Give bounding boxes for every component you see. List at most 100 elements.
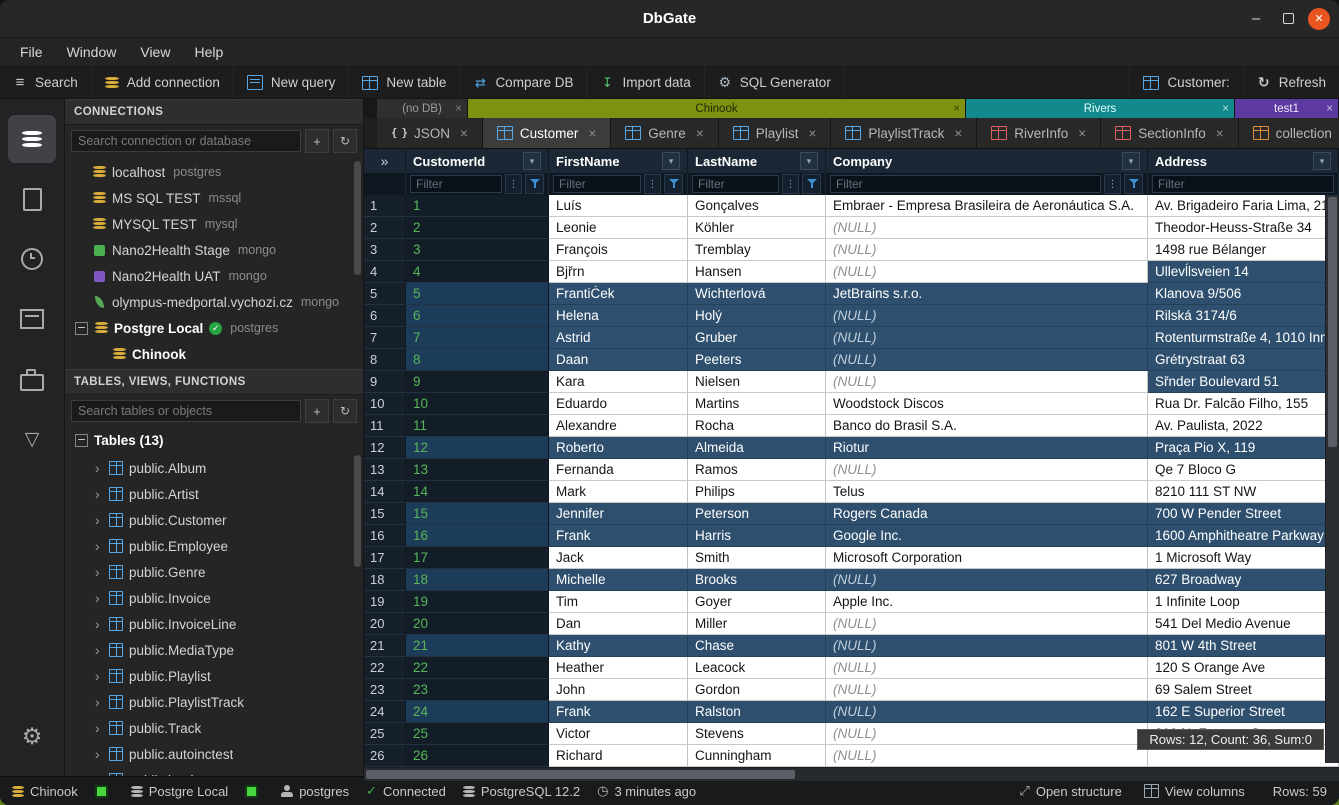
- cell-address[interactable]: 162 E Superior Street: [1148, 701, 1339, 723]
- filter-input[interactable]: [1152, 175, 1334, 193]
- table-row[interactable]: 15 15 Jennifer Peterson Rogers Canada 70…: [364, 503, 1339, 525]
- cell-firstname[interactable]: Leonie: [549, 217, 688, 239]
- cell-lastname[interactable]: Stevens: [688, 723, 826, 745]
- table-row[interactable]: 17 17 Jack Smith Microsoft Corporation 1…: [364, 547, 1339, 569]
- cell-customerid[interactable]: 15: [406, 503, 549, 525]
- row-number[interactable]: 8: [364, 349, 406, 371]
- statusbar-item[interactable]: [245, 785, 264, 798]
- cell-firstname[interactable]: Helena: [549, 305, 688, 327]
- cell-customerid[interactable]: 14: [406, 481, 549, 503]
- table-item[interactable]: public.booleantest: [65, 767, 363, 776]
- cell-lastname[interactable]: Peterson: [688, 503, 826, 525]
- toolbar-button[interactable]: Customer:: [1129, 67, 1242, 98]
- toolbar-button[interactable]: New table: [349, 67, 460, 98]
- statusbar-item[interactable]: Chinook: [12, 784, 78, 799]
- menu-item[interactable]: View: [128, 38, 182, 66]
- cell-address[interactable]: Theodor-Heuss-Straße 34: [1148, 217, 1339, 239]
- expander-icon[interactable]: [95, 349, 106, 360]
- expander-icon[interactable]: [75, 297, 86, 308]
- chevron-right-icon[interactable]: [95, 460, 103, 476]
- toolbar-button[interactable]: Import data: [587, 67, 704, 98]
- close-tab-icon[interactable]: [1078, 126, 1086, 141]
- row-number[interactable]: 6: [364, 305, 406, 327]
- cell-customerid[interactable]: 24: [406, 701, 549, 723]
- column-header[interactable]: Address: [1148, 149, 1339, 173]
- close-tab-icon[interactable]: [460, 126, 468, 141]
- expander-icon[interactable]: [75, 245, 86, 256]
- cell-company[interactable]: (NULL): [826, 217, 1148, 239]
- table-row[interactable]: 6 6 Helena Holý (NULL) Rilská 3174/6: [364, 305, 1339, 327]
- tables-scrollbar[interactable]: [354, 455, 361, 567]
- table-item[interactable]: public.Genre: [65, 559, 363, 585]
- cell-company[interactable]: (NULL): [826, 327, 1148, 349]
- cell-firstname[interactable]: Roberto: [549, 437, 688, 459]
- cell-firstname[interactable]: Luís: [549, 195, 688, 217]
- cell-firstname[interactable]: Dan: [549, 613, 688, 635]
- column-header[interactable]: FirstName: [549, 149, 688, 173]
- connection-item[interactable]: olympus-medportal.vychozi.cz mongo: [65, 289, 363, 315]
- statusbar-item[interactable]: Rows: 59: [1267, 783, 1327, 799]
- filter-input[interactable]: [830, 175, 1101, 193]
- cell-company[interactable]: (NULL): [826, 679, 1148, 701]
- cell-company[interactable]: (NULL): [826, 371, 1148, 393]
- table-row[interactable]: 23 23 John Gordon (NULL) 69 Salem Street: [364, 679, 1339, 701]
- table-row[interactable]: 19 19 Tim Goyer Apple Inc. 1 Infinite Lo…: [364, 591, 1339, 613]
- table-row[interactable]: 3 3 François Tremblay (NULL) 1498 rue Bé…: [364, 239, 1339, 261]
- cell-lastname[interactable]: Holý: [688, 305, 826, 327]
- cell-address[interactable]: 8210 111 ST NW: [1148, 481, 1339, 503]
- cell-customerid[interactable]: 22: [406, 657, 549, 679]
- row-number[interactable]: 18: [364, 569, 406, 591]
- statusbar-item[interactable]: Connected: [366, 783, 446, 799]
- table-item[interactable]: public.MediaType: [65, 637, 363, 663]
- toolbar-button[interactable]: Refresh: [1243, 67, 1339, 98]
- cell-lastname[interactable]: Peeters: [688, 349, 826, 371]
- close-tab-icon[interactable]: [455, 103, 462, 115]
- cell-firstname[interactable]: Bjřrn: [549, 261, 688, 283]
- cell-company[interactable]: (NULL): [826, 239, 1148, 261]
- grid-corner-expand-icon[interactable]: [364, 149, 406, 173]
- horizontal-scrollbar[interactable]: [364, 767, 1339, 781]
- table-item[interactable]: public.Album: [65, 455, 363, 481]
- row-number[interactable]: 16: [364, 525, 406, 547]
- cell-customerid[interactable]: 6: [406, 305, 549, 327]
- maximize-icon[interactable]: [1276, 7, 1300, 31]
- vertical-scrollbar[interactable]: [1325, 195, 1339, 763]
- filter-input[interactable]: [410, 175, 502, 193]
- filter-input[interactable]: [692, 175, 779, 193]
- toolbar-button[interactable]: Compare DB: [460, 67, 587, 98]
- cell-firstname[interactable]: Eduardo: [549, 393, 688, 415]
- cell-address[interactable]: Rilská 3174/6: [1148, 305, 1339, 327]
- cell-firstname[interactable]: Richard: [549, 745, 688, 767]
- files-nav-icon[interactable]: [8, 175, 56, 223]
- cell-address[interactable]: Rua Dr. Falcão Filho, 155: [1148, 393, 1339, 415]
- cell-lastname[interactable]: Harris: [688, 525, 826, 547]
- cell-lastname[interactable]: Ralston: [688, 701, 826, 723]
- minimize-icon[interactable]: [1244, 7, 1268, 31]
- close-tab-icon[interactable]: [1216, 126, 1224, 141]
- row-number[interactable]: 15: [364, 503, 406, 525]
- cell-address[interactable]: 1498 rue Bélanger: [1148, 239, 1339, 261]
- cell-company[interactable]: (NULL): [826, 635, 1148, 657]
- expander-icon[interactable]: [75, 193, 86, 204]
- kebab-menu-icon[interactable]: [1104, 174, 1121, 194]
- cell-firstname[interactable]: Alexandre: [549, 415, 688, 437]
- cell-company[interactable]: (NULL): [826, 305, 1148, 327]
- file-tab[interactable]: JSON: [377, 118, 483, 148]
- add-connection-icon[interactable]: [305, 129, 329, 153]
- table-row[interactable]: 18 18 Michelle Brooks (NULL) 627 Broadwa…: [364, 569, 1339, 591]
- cell-company[interactable]: Google Inc.: [826, 525, 1148, 547]
- column-dropdown-icon[interactable]: [1122, 152, 1140, 170]
- connection-item[interactable]: Postgre Local postgres: [65, 315, 363, 341]
- cell-company[interactable]: Apple Inc.: [826, 591, 1148, 613]
- table-search-input[interactable]: [71, 400, 301, 422]
- cell-firstname[interactable]: Kathy: [549, 635, 688, 657]
- chevron-right-icon[interactable]: [95, 720, 103, 736]
- table-row[interactable]: 2 2 Leonie Köhler (NULL) Theodor-Heuss-S…: [364, 217, 1339, 239]
- table-item[interactable]: public.Playlist: [65, 663, 363, 689]
- cell-company[interactable]: Banco do Brasil S.A.: [826, 415, 1148, 437]
- cell-customerid[interactable]: 1: [406, 195, 549, 217]
- table-row[interactable]: 4 4 Bjřrn Hansen (NULL) Ullevĺlsveien 14: [364, 261, 1339, 283]
- close-tab-icon[interactable]: [588, 126, 596, 141]
- cell-customerid[interactable]: 16: [406, 525, 549, 547]
- table-item[interactable]: public.autoinctest: [65, 741, 363, 767]
